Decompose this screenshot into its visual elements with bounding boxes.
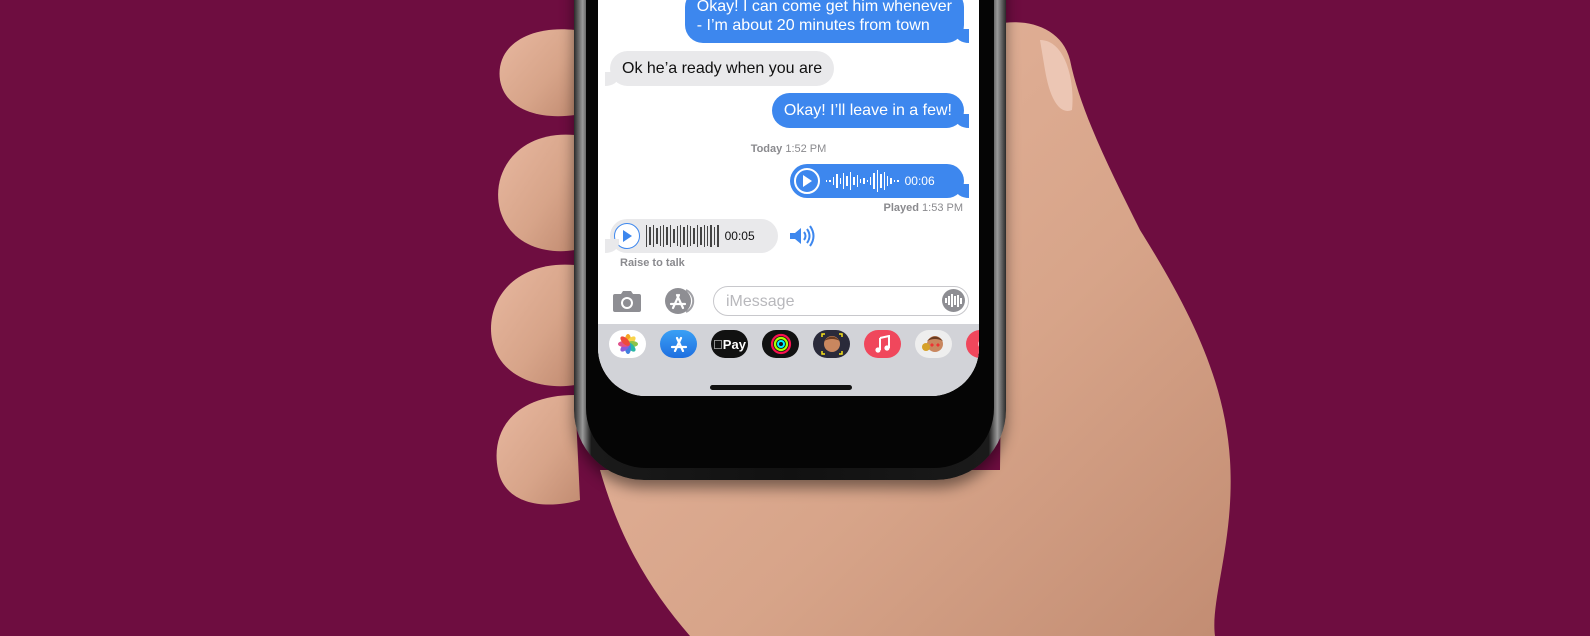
- apple-pay-icon[interactable]: Pay: [711, 330, 748, 358]
- finger-2: [498, 134, 575, 252]
- waveform: [826, 168, 899, 194]
- app-drawer: Pay: [598, 324, 979, 396]
- speaker-icon[interactable]: [788, 225, 816, 252]
- audio-waveform-icon[interactable]: [942, 289, 965, 312]
- memoji-stickers-icon[interactable]: [915, 330, 952, 358]
- message-input[interactable]: iMessage: [713, 286, 969, 316]
- play-icon[interactable]: [614, 223, 640, 249]
- audio-message-outgoing[interactable]: 00:06: [790, 164, 969, 198]
- message-outgoing[interactable]: Okay! I’ll leave in a few!: [771, 93, 970, 128]
- message-incoming[interactable]: Ok he’a ready when you are: [604, 51, 835, 86]
- timestamp: Today 1:52 PM: [750, 143, 827, 155]
- waveform: [646, 223, 719, 249]
- iphone: Hi we’re on our way back Okay! I can com…: [574, 0, 1006, 480]
- compose-bar: iMessage: [598, 280, 979, 324]
- app-store-icon[interactable]: [660, 330, 697, 358]
- memoji-icon[interactable]: [813, 330, 850, 358]
- audio-duration: 00:05: [724, 229, 755, 243]
- finger-3: [491, 264, 575, 387]
- play-icon[interactable]: [794, 168, 820, 194]
- audio-duration: 00:06: [904, 174, 935, 188]
- finger-4: [496, 395, 580, 505]
- home-indicator[interactable]: [710, 385, 852, 390]
- messages-screen: Hi we’re on our way back Okay! I can com…: [598, 0, 979, 396]
- message-outgoing[interactable]: Okay! I can come get him whenever - I’m …: [684, 0, 970, 43]
- activity-rings-icon[interactable]: [762, 330, 799, 358]
- raise-to-talk-hint: Raise to talk: [620, 257, 685, 269]
- photos-icon[interactable]: [609, 330, 646, 358]
- app-store-icon[interactable]: [662, 287, 698, 320]
- finger-1: [499, 29, 575, 117]
- camera-icon[interactable]: [612, 289, 642, 318]
- read-receipt: Played 1:53 PM: [883, 202, 964, 214]
- globe-icon[interactable]: [966, 330, 979, 358]
- music-note-icon[interactable]: [864, 330, 901, 358]
- audio-message-incoming[interactable]: 00:05: [605, 219, 778, 253]
